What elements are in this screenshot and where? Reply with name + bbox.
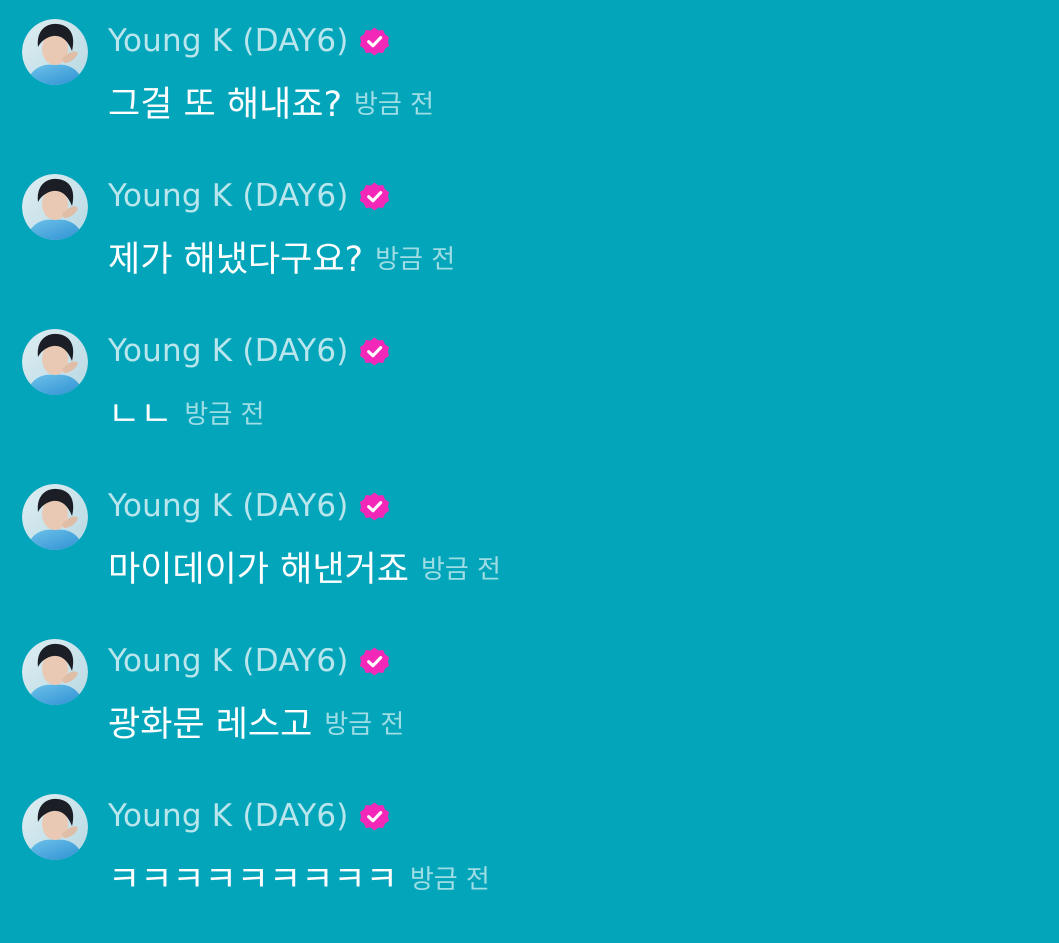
message-time: 방금 전 <box>409 865 490 895</box>
author-line: Young K (DAY6) <box>108 330 390 372</box>
message-feed: Young K (DAY6) 그걸 또 해내죠? 방금 전 Young K (D… <box>0 0 1059 943</box>
avatar[interactable] <box>22 19 88 85</box>
message-body: 그걸 또 해내죠? 방금 전 <box>108 78 435 125</box>
message-text: 광화문 레스고 <box>108 704 313 745</box>
avatar[interactable] <box>22 329 88 395</box>
author-name[interactable]: Young K (DAY6) <box>108 333 349 369</box>
avatar[interactable] <box>22 484 88 550</box>
message-body: ㄴㄴ 방금 전 <box>108 388 265 435</box>
avatar[interactable] <box>22 794 88 860</box>
author-name[interactable]: Young K (DAY6) <box>108 798 349 834</box>
author-name[interactable]: Young K (DAY6) <box>108 643 349 679</box>
message-text: ㅋㅋㅋㅋㅋㅋㅋㅋㅋ <box>108 859 398 900</box>
author-line: Young K (DAY6) <box>108 640 390 682</box>
message-time: 방금 전 <box>324 710 405 740</box>
verified-badge-icon <box>359 26 389 56</box>
message-text: 마이데이가 해낸거죠 <box>108 549 409 590</box>
author-line: Young K (DAY6) <box>108 20 390 62</box>
verified-badge-icon <box>359 181 389 211</box>
avatar[interactable] <box>22 174 88 240</box>
message-time: 방금 전 <box>354 90 435 120</box>
message-text: 그걸 또 해내죠? <box>108 84 343 125</box>
message-item: Young K (DAY6) 제가 해냈다구요? 방금 전 <box>0 155 1059 280</box>
message-text: ㄴㄴ <box>108 394 173 435</box>
message-body: 마이데이가 해낸거죠 방금 전 <box>108 543 501 590</box>
author-name[interactable]: Young K (DAY6) <box>108 178 349 214</box>
message-body: ㅋㅋㅋㅋㅋㅋㅋㅋㅋ 방금 전 <box>108 853 490 900</box>
verified-badge-icon <box>359 646 389 676</box>
message-time: 방금 전 <box>375 245 456 275</box>
message-body: 광화문 레스고 방금 전 <box>108 698 405 745</box>
message-body: 제가 해냈다구요? 방금 전 <box>108 233 456 280</box>
message-text: 제가 해냈다구요? <box>108 239 364 280</box>
author-name[interactable]: Young K (DAY6) <box>108 23 349 59</box>
message-item: Young K (DAY6) 그걸 또 해내죠? 방금 전 <box>0 0 1059 125</box>
author-name[interactable]: Young K (DAY6) <box>108 488 349 524</box>
message-item: Young K (DAY6) ㅋㅋㅋㅋㅋㅋㅋㅋㅋ 방금 전 <box>0 775 1059 900</box>
verified-badge-icon <box>359 336 389 366</box>
avatar[interactable] <box>22 639 88 705</box>
author-line: Young K (DAY6) <box>108 175 390 217</box>
message-item: Young K (DAY6) 마이데이가 해낸거죠 방금 전 <box>0 465 1059 590</box>
verified-badge-icon <box>359 491 389 521</box>
message-item: Young K (DAY6) ㄴㄴ 방금 전 <box>0 310 1059 435</box>
author-line: Young K (DAY6) <box>108 485 390 527</box>
message-item: Young K (DAY6) 광화문 레스고 방금 전 <box>0 620 1059 745</box>
message-time: 방금 전 <box>184 400 265 430</box>
author-line: Young K (DAY6) <box>108 795 390 837</box>
message-time: 방금 전 <box>420 555 501 585</box>
verified-badge-icon <box>359 801 389 831</box>
